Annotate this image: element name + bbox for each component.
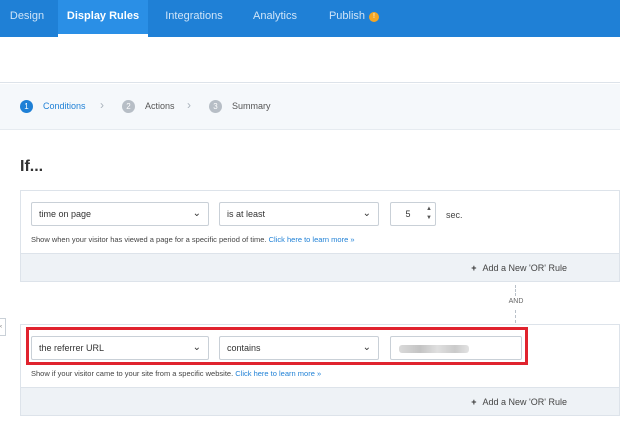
connector-line	[515, 285, 516, 296]
rule-panel-time-on-page: time on page ⌄ is at least ⌄ 5 ▲ ▼ sec. S…	[20, 190, 620, 254]
condition-select[interactable]: time on page ⌄	[31, 202, 209, 226]
tab-design[interactable]: Design	[0, 0, 54, 37]
collapse-handle[interactable]: ‹	[0, 318, 6, 336]
and-connector: AND	[505, 285, 527, 325]
conditions-heading: If...	[20, 158, 44, 175]
step-number-conditions[interactable]: 1	[20, 100, 33, 113]
rule-footer: + Add a New 'OR' Rule	[20, 388, 620, 416]
top-nav: Design Display Rules Integrations Analyt…	[0, 0, 620, 37]
step-label-summary[interactable]: Summary	[232, 100, 271, 113]
tab-label: Publish	[328, 10, 366, 22]
step-number-summary[interactable]: 3	[209, 100, 222, 113]
tab-analytics[interactable]: Analytics	[246, 0, 304, 37]
plus-icon: +	[471, 397, 477, 407]
alert-badge-icon: !	[369, 12, 380, 22]
toolbar-area	[0, 37, 620, 83]
chevron-right-icon: ›	[187, 98, 191, 112]
chevron-right-icon: ›	[100, 98, 104, 112]
step-number-actions[interactable]: 2	[122, 100, 135, 113]
and-label: AND	[508, 298, 524, 305]
tab-display-rules[interactable]: Display Rules	[58, 0, 148, 37]
step-label-conditions[interactable]: Conditions	[43, 100, 86, 113]
operator-select[interactable]: is at least ⌄	[219, 202, 379, 226]
unit-label: sec.	[446, 210, 463, 220]
step-label-actions[interactable]: Actions	[145, 100, 175, 113]
chevron-down-icon: ⌄	[192, 208, 201, 219]
tab-label: Display Rules	[66, 10, 140, 22]
step-progress: 1 Conditions › 2 Actions › 3 Summary	[0, 84, 620, 130]
help-text: Show when your visitor has viewed a page…	[31, 235, 267, 244]
tab-label: Integrations	[165, 10, 223, 22]
plus-icon: +	[471, 263, 477, 273]
add-or-rule-button[interactable]: + Add a New 'OR' Rule	[471, 388, 567, 416]
rule-footer: + Add a New 'OR' Rule	[20, 254, 620, 282]
add-or-label: Add a New 'OR' Rule	[482, 397, 567, 407]
add-or-rule-button[interactable]: + Add a New 'OR' Rule	[471, 254, 567, 282]
learn-more-link[interactable]: Click here to learn more »	[235, 369, 321, 378]
select-value: time on page	[39, 209, 92, 219]
spinner-arrows-icon[interactable]: ▲ ▼	[426, 205, 432, 223]
seconds-stepper[interactable]: 5 ▲ ▼	[390, 202, 436, 226]
learn-more-link[interactable]: Click here to learn more »	[269, 235, 355, 244]
chevron-down-icon: ⌄	[362, 208, 371, 219]
connector-line	[515, 310, 516, 323]
stepper-value: 5	[405, 209, 411, 219]
help-text: Show if your visitor came to your site f…	[31, 369, 234, 378]
tab-label: Analytics	[252, 10, 298, 22]
add-or-label: Add a New 'OR' Rule	[482, 263, 567, 273]
select-value: is at least	[227, 209, 266, 219]
tab-label: Design	[9, 10, 45, 22]
highlight-box	[26, 327, 528, 365]
rule-help-text: Show when your visitor has viewed a page…	[31, 235, 355, 244]
tab-publish[interactable]: Publish!	[322, 0, 386, 37]
tab-integrations[interactable]: Integrations	[158, 0, 230, 37]
rule-help-text: Show if your visitor came to your site f…	[31, 369, 321, 378]
